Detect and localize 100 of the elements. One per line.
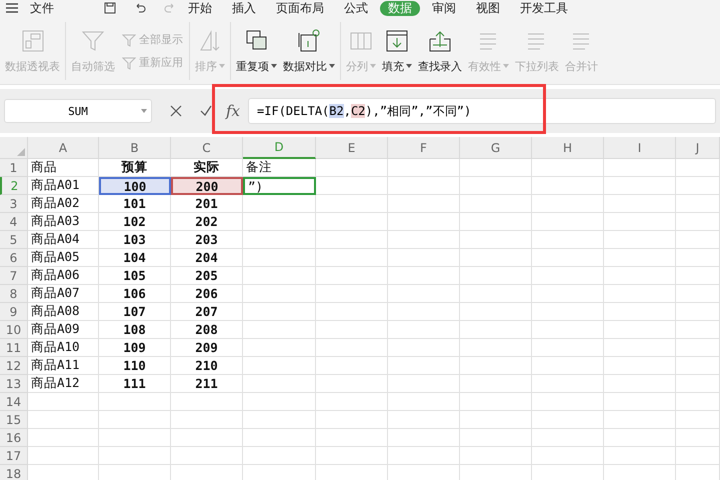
table-cell <box>316 393 388 411</box>
table-cell <box>676 231 720 249</box>
table-cell <box>388 357 460 375</box>
table-cell <box>604 231 676 249</box>
row-header[interactable]: 8 <box>0 285 28 303</box>
table-cell <box>604 177 676 195</box>
save-icon[interactable] <box>104 2 116 14</box>
column-header[interactable]: D <box>243 137 316 159</box>
table-cell <box>316 231 388 249</box>
table-cell <box>532 447 604 465</box>
table-cell: 110 <box>99 357 171 375</box>
table-cell <box>532 231 604 249</box>
table-cell: 203 <box>171 231 243 249</box>
ribbon-button[interactable]: 填充 <box>379 18 415 84</box>
column-header[interactable]: I <box>604 137 676 159</box>
table-cell: 211 <box>171 375 243 393</box>
row-header[interactable]: 13 <box>0 375 28 393</box>
row-header[interactable]: 7 <box>0 267 28 285</box>
column-header[interactable]: G <box>460 137 532 159</box>
table-cell <box>604 285 676 303</box>
table-cell: 107 <box>99 303 171 321</box>
undo-icon[interactable] <box>134 2 146 14</box>
table-cell <box>460 285 532 303</box>
table-cell <box>388 285 460 303</box>
check-icon[interactable] <box>200 105 212 117</box>
table-cell: 206 <box>171 285 243 303</box>
table-cell <box>316 159 388 177</box>
table-cell: 201 <box>171 195 243 213</box>
table-cell <box>676 411 720 429</box>
table-cell <box>460 429 532 447</box>
ribbon-button[interactable]: 重复项 <box>233 18 280 84</box>
row-header[interactable]: 5 <box>0 231 28 249</box>
row-header[interactable]: 16 <box>0 429 28 447</box>
table-cell: 209 <box>171 339 243 357</box>
row-header[interactable]: 9 <box>0 303 28 321</box>
close-icon[interactable] <box>170 105 182 117</box>
table-cell <box>316 429 388 447</box>
row-header[interactable]: 2 <box>0 177 28 195</box>
row-header[interactable]: 17 <box>0 447 28 465</box>
menu-tab[interactable]: 开始 <box>180 0 220 16</box>
table-cell: 商品A11 <box>28 357 99 375</box>
column-header[interactable]: A <box>28 137 99 159</box>
menu-tab[interactable]: 公式 <box>336 0 376 16</box>
table-icon <box>20 28 44 52</box>
table-cell: 100 <box>99 177 171 195</box>
row-header[interactable]: 14 <box>0 393 28 411</box>
table-cell <box>676 303 720 321</box>
column-header[interactable]: H <box>532 137 604 159</box>
table-cell <box>604 249 676 267</box>
table-cell <box>388 375 460 393</box>
menu-tab[interactable]: 视图 <box>468 0 508 16</box>
table-cell <box>99 393 171 411</box>
function-button[interactable]: fx <box>226 102 240 120</box>
table-cell <box>676 339 720 357</box>
table-cell <box>676 159 720 177</box>
row-header[interactable]: 18 <box>0 465 28 480</box>
row-header[interactable]: 3 <box>0 195 28 213</box>
table-cell <box>316 411 388 429</box>
column-header[interactable]: J <box>676 137 720 159</box>
column-header[interactable]: E <box>316 137 388 159</box>
column-header[interactable]: C <box>171 137 243 159</box>
menu-tab[interactable]: 数据 <box>380 0 420 16</box>
table-cell: 105 <box>99 267 171 285</box>
table-cell <box>28 447 99 465</box>
file-menu[interactable]: 文件 <box>22 0 62 16</box>
ribbon-button[interactable]: 查找录入 <box>415 18 465 84</box>
row-header[interactable]: 1 <box>0 159 28 177</box>
menu-tab[interactable]: 审阅 <box>424 0 464 16</box>
table-cell <box>316 285 388 303</box>
table-cell <box>604 321 676 339</box>
table-cell <box>460 411 532 429</box>
row-header[interactable]: 10 <box>0 321 28 339</box>
formula-field[interactable]: =IF(DELTA(B2,C2),”相同”,”不同”) <box>248 98 716 124</box>
caret-icon[interactable] <box>141 109 147 113</box>
table-cell <box>676 213 720 231</box>
table-cell: 商品A05 <box>28 249 99 267</box>
row-header[interactable]: 15 <box>0 411 28 429</box>
table-cell <box>604 411 676 429</box>
table-cell <box>676 447 720 465</box>
column-header[interactable]: F <box>388 137 460 159</box>
menu-icon[interactable] <box>6 3 18 13</box>
funnel-icon <box>122 56 136 70</box>
table-cell <box>388 231 460 249</box>
row-header[interactable]: 11 <box>0 339 28 357</box>
row-header[interactable]: 12 <box>0 357 28 375</box>
row-header[interactable]: 6 <box>0 249 28 267</box>
menu-tab[interactable]: 开发工具 <box>512 0 576 16</box>
table-cell <box>99 447 171 465</box>
table-cell <box>532 429 604 447</box>
table-cell <box>460 357 532 375</box>
column-header[interactable]: B <box>99 137 171 159</box>
table-cell <box>316 213 388 231</box>
squares-icon <box>244 28 268 52</box>
table-cell: 104 <box>99 249 171 267</box>
name-box[interactable]: SUM <box>4 99 152 123</box>
menu-tab[interactable]: 插入 <box>224 0 264 16</box>
menu-tab[interactable]: 页面布局 <box>268 0 332 16</box>
ribbon-button[interactable]: 数据对比 <box>280 18 338 84</box>
table-cell <box>460 375 532 393</box>
row-header[interactable]: 4 <box>0 213 28 231</box>
